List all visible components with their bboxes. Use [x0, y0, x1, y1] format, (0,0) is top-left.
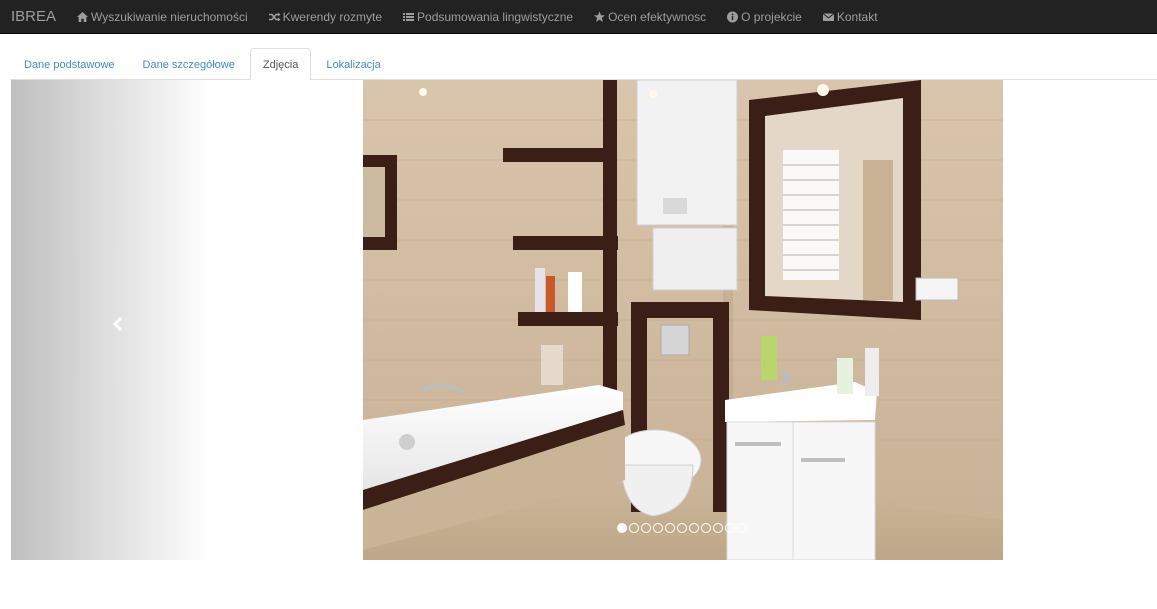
carousel-indicator[interactable]: [677, 523, 687, 533]
nav-item-label: Wyszukiwanie nieruchomości: [91, 9, 248, 24]
carousel-indicator[interactable]: [653, 523, 663, 533]
nav-item-label: Podsumowania lingwistyczne: [417, 9, 574, 24]
tab-photos[interactable]: Zdjęcia: [249, 48, 312, 80]
shuffle-icon: [268, 11, 281, 23]
nav-item-label: Ocen efektywnosc: [608, 9, 707, 24]
nav-item-search[interactable]: Wyszukiwanie nieruchomości: [66, 4, 258, 30]
brand-logo[interactable]: IBREA: [0, 4, 66, 30]
carousel-prev-button[interactable]: [11, 80, 211, 560]
chevron-left-icon: [111, 316, 125, 332]
nav-item-about[interactable]: O projekcie: [716, 4, 812, 30]
carousel-slide: [363, 80, 1003, 560]
carousel-indicator[interactable]: [713, 523, 723, 533]
top-navbar: IBREA Wyszukiwanie nieruchomości Kwerend…: [0, 0, 1157, 34]
nav-item-label: Kwerendy rozmyte: [282, 9, 383, 24]
carousel-indicator[interactable]: [617, 523, 627, 533]
carousel-indicator[interactable]: [641, 523, 651, 533]
list-icon: [402, 11, 415, 23]
nav-item-fuzzy-queries[interactable]: Kwerendy rozmyte: [258, 4, 392, 30]
tab-detailed-data[interactable]: Dane szczegółowe: [130, 48, 248, 80]
carousel-indicator[interactable]: [629, 523, 639, 533]
bathroom-photo: [363, 80, 1003, 560]
nav-item-rate-effectiveness[interactable]: Ocen efektywnosc: [583, 4, 716, 30]
carousel-indicator[interactable]: [701, 523, 711, 533]
carousel-indicator[interactable]: [665, 523, 675, 533]
info-icon: [726, 11, 739, 23]
star-icon: [593, 11, 606, 23]
nav-item-contact[interactable]: Kontakt: [812, 4, 888, 30]
carousel-indicator[interactable]: [737, 523, 747, 533]
nav-item-label: Kontakt: [836, 9, 878, 24]
home-icon: [76, 11, 89, 23]
carousel-indicator[interactable]: [725, 523, 735, 533]
nav-item-linguistic-summaries[interactable]: Podsumowania lingwistyczne: [392, 4, 583, 30]
tab-location[interactable]: Lokalizacja: [313, 48, 393, 80]
photo-carousel: [11, 80, 1157, 560]
envelope-icon: [822, 11, 835, 23]
carousel-indicator[interactable]: [689, 523, 699, 533]
carousel-indicators: [617, 523, 749, 533]
nav-item-label: O projekcie: [741, 9, 802, 24]
tab-basic-data[interactable]: Dane podstawowe: [11, 48, 128, 80]
property-tabs: Dane podstawowe Dane szczegółowe Zdjęcia…: [11, 48, 1157, 80]
